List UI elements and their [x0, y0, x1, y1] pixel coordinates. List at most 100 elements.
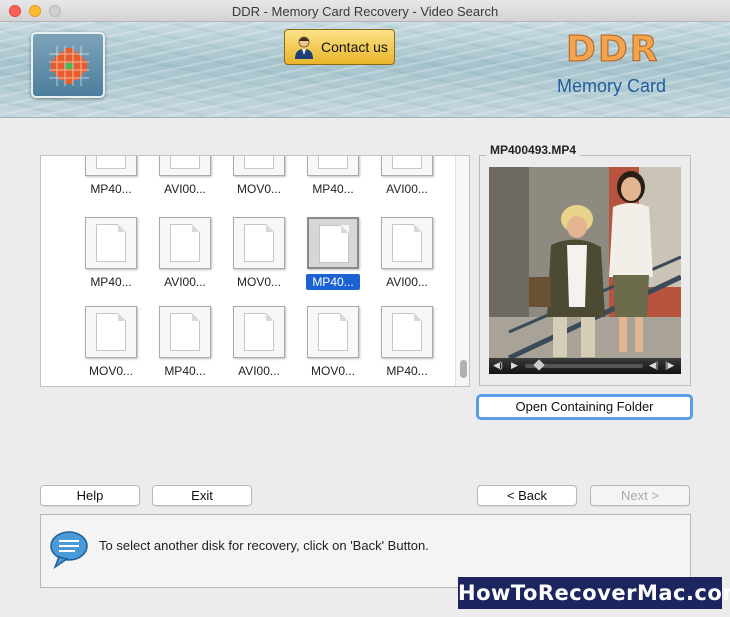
file-name-label: AVI00... — [148, 182, 222, 196]
file-name-label: MOV0... — [296, 364, 370, 378]
document-file-icon[interactable] — [85, 156, 137, 176]
page-shape — [392, 313, 422, 351]
file-name-text: MP40... — [306, 274, 360, 290]
video-seek-bar[interactable] — [525, 359, 643, 371]
file-name-text: MOV0... — [236, 182, 281, 196]
file-grid: MP40... AVI00... MOV0... MP40... AVI00... MP4… — [40, 155, 470, 387]
support-person-icon — [295, 36, 313, 59]
file-item[interactable]: MP40... — [370, 306, 444, 386]
file-name-label: MOV0... — [74, 364, 148, 378]
document-file-icon[interactable] — [85, 306, 137, 358]
file-name-text: AVI00... — [386, 182, 428, 196]
page-shape — [170, 156, 200, 169]
file-name-label: MP40... — [148, 364, 222, 378]
file-item[interactable]: MOV0... — [222, 156, 296, 212]
file-item[interactable]: MP40... — [296, 156, 370, 212]
file-name-label: MOV0... — [222, 182, 296, 196]
document-file-icon[interactable] — [307, 306, 359, 358]
open-containing-folder-button[interactable]: Open Containing Folder — [476, 394, 693, 420]
document-file-icon[interactable] — [233, 217, 285, 269]
file-name-label: MP40... — [296, 274, 370, 290]
file-item[interactable]: MOV0... — [222, 217, 296, 305]
header-banner: Contact us DDR Memory Card — [0, 22, 730, 118]
file-name-text: AVI00... — [238, 364, 280, 378]
file-name-text: MP40... — [90, 275, 132, 289]
page-shape — [392, 156, 422, 169]
file-item[interactable]: AVI00... — [148, 156, 222, 212]
exit-button[interactable]: Exit — [152, 485, 252, 506]
document-file-icon[interactable] — [159, 156, 211, 176]
document-file-icon[interactable] — [85, 217, 137, 269]
file-name-text: MOV0... — [310, 364, 355, 378]
contact-us-button[interactable]: Contact us — [284, 29, 395, 65]
page-shape — [392, 224, 422, 262]
forward-icon[interactable]: |▶ — [665, 360, 674, 371]
video-thumbnail-image — [489, 167, 681, 361]
file-item[interactable]: AVI00... — [370, 156, 444, 212]
brand-title: DDR — [566, 29, 660, 71]
info-message: To select another disk for recovery, cli… — [99, 538, 429, 553]
page-shape — [318, 156, 348, 169]
document-file-icon[interactable] — [233, 156, 285, 176]
file-name-text: AVI00... — [164, 275, 206, 289]
page-shape — [318, 313, 348, 351]
video-preview[interactable]: ◀) ▶ ◀| |▶ — [489, 167, 681, 374]
file-name-label: AVI00... — [222, 364, 296, 378]
play-icon[interactable]: ▶ — [511, 360, 518, 371]
file-name-text: MP40... — [164, 364, 206, 378]
back-button[interactable]: < Back — [477, 485, 577, 506]
watermark: HowToRecoverMac.com — [458, 577, 730, 609]
video-controls: ◀) ▶ ◀| |▶ — [489, 358, 681, 374]
file-name-label: MP40... — [370, 364, 444, 378]
file-name-text: AVI00... — [164, 182, 206, 196]
file-name-label: AVI00... — [148, 275, 222, 289]
window-title: DDR - Memory Card Recovery - Video Searc… — [231, 4, 499, 19]
file-item[interactable]: AVI00... — [148, 217, 222, 305]
file-name-text: MOV0... — [88, 364, 133, 378]
page-shape — [96, 313, 126, 351]
file-name-label: MP40... — [296, 182, 370, 196]
page-shape — [170, 313, 200, 351]
seek-knob[interactable] — [533, 359, 545, 371]
document-file-icon[interactable] — [233, 306, 285, 358]
file-name-label: MP40... — [74, 275, 148, 289]
page-shape — [170, 224, 200, 262]
page-shape — [244, 313, 274, 351]
file-item[interactable]: MOV0... — [74, 306, 148, 386]
file-item[interactable]: AVI00... — [222, 306, 296, 386]
document-file-icon[interactable] — [381, 156, 433, 176]
document-file-icon[interactable] — [307, 156, 359, 176]
contact-us-label: Contact us — [321, 39, 388, 55]
page-shape — [319, 225, 349, 263]
file-grid-scrollbar[interactable] — [455, 156, 469, 386]
document-file-icon[interactable] — [381, 306, 433, 358]
brand-subtitle: Memory Card — [557, 76, 667, 96]
file-name-label: AVI00... — [370, 182, 444, 196]
volume-icon[interactable]: ◀) — [493, 360, 503, 371]
rewind-icon[interactable]: ◀| — [649, 360, 658, 371]
file-name-text: MP40... — [386, 364, 428, 378]
file-item[interactable]: AVI00... — [370, 217, 444, 305]
page-shape — [96, 156, 126, 169]
file-item[interactable]: MP40... — [74, 217, 148, 305]
file-name-label: AVI00... — [370, 275, 444, 289]
file-item[interactable]: MP40... — [296, 217, 370, 305]
next-button[interactable]: Next > — [590, 485, 690, 506]
file-item[interactable]: MP40... — [74, 156, 148, 212]
document-file-icon[interactable] — [307, 217, 359, 269]
file-name-text: AVI00... — [386, 275, 428, 289]
scrollbar-thumb[interactable] — [460, 360, 467, 378]
file-name-label: MP40... — [74, 182, 148, 196]
help-button[interactable]: Help — [40, 485, 140, 506]
title-bar: DDR - Memory Card Recovery - Video Searc… — [0, 0, 730, 22]
document-file-icon[interactable] — [159, 306, 211, 358]
document-file-icon[interactable] — [159, 217, 211, 269]
file-name-label: MOV0... — [222, 275, 296, 289]
file-name-text: MP40... — [312, 182, 354, 196]
file-item[interactable]: MOV0... — [296, 306, 370, 386]
file-name-text: MP40... — [90, 182, 132, 196]
file-item[interactable]: MP40... — [148, 306, 222, 386]
document-file-icon[interactable] — [381, 217, 433, 269]
file-name-text: MOV0... — [236, 275, 281, 289]
page-shape — [244, 156, 274, 169]
